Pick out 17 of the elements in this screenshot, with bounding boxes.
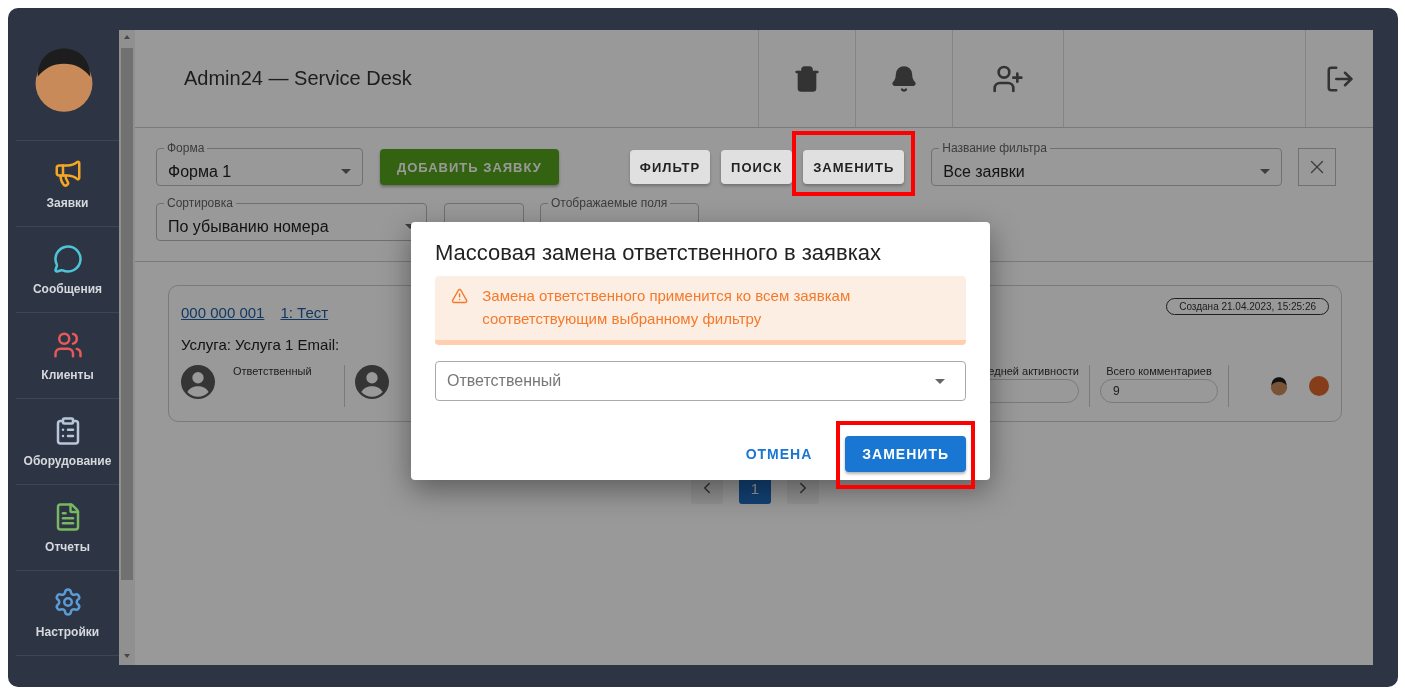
toolbar-button[interactable]: ЗАМЕНИТЬ	[803, 150, 905, 184]
responsible-label: Ответственный	[233, 365, 312, 379]
ticket-number-link[interactable]: 000 000 001	[181, 304, 265, 321]
app-title: Admin24 — Service Desk	[184, 67, 413, 90]
toolbar-button[interactable]: ФИЛЬТР	[629, 150, 711, 184]
form-select[interactable]: Форма Форма 1	[156, 141, 363, 186]
field-label: Всего комментариев	[1106, 365, 1212, 377]
service-text: Услуга: Услуга 1 Email:	[181, 336, 341, 353]
filter-select[interactable]: Название фильтра Все заявки	[931, 141, 1283, 186]
responsible-select[interactable]: Ответственный	[435, 361, 966, 401]
warning-text: Замена ответственного применится ко всем заявкам соответствующим выбранному фильтру	[482, 286, 852, 329]
toolbar-button[interactable]: ПОИСК	[721, 150, 793, 184]
sort-select[interactable]: Сортировка По убыванию номера	[156, 196, 427, 241]
cancel-button[interactable]: ОТМЕНА	[728, 436, 830, 472]
replace-button[interactable]: ЗАМЕНИТЬ	[845, 436, 966, 472]
ticket-title-link[interactable]: 1: Тест	[280, 304, 329, 321]
dialog-title: Массовая замена ответственного в заявках	[435, 240, 882, 266]
